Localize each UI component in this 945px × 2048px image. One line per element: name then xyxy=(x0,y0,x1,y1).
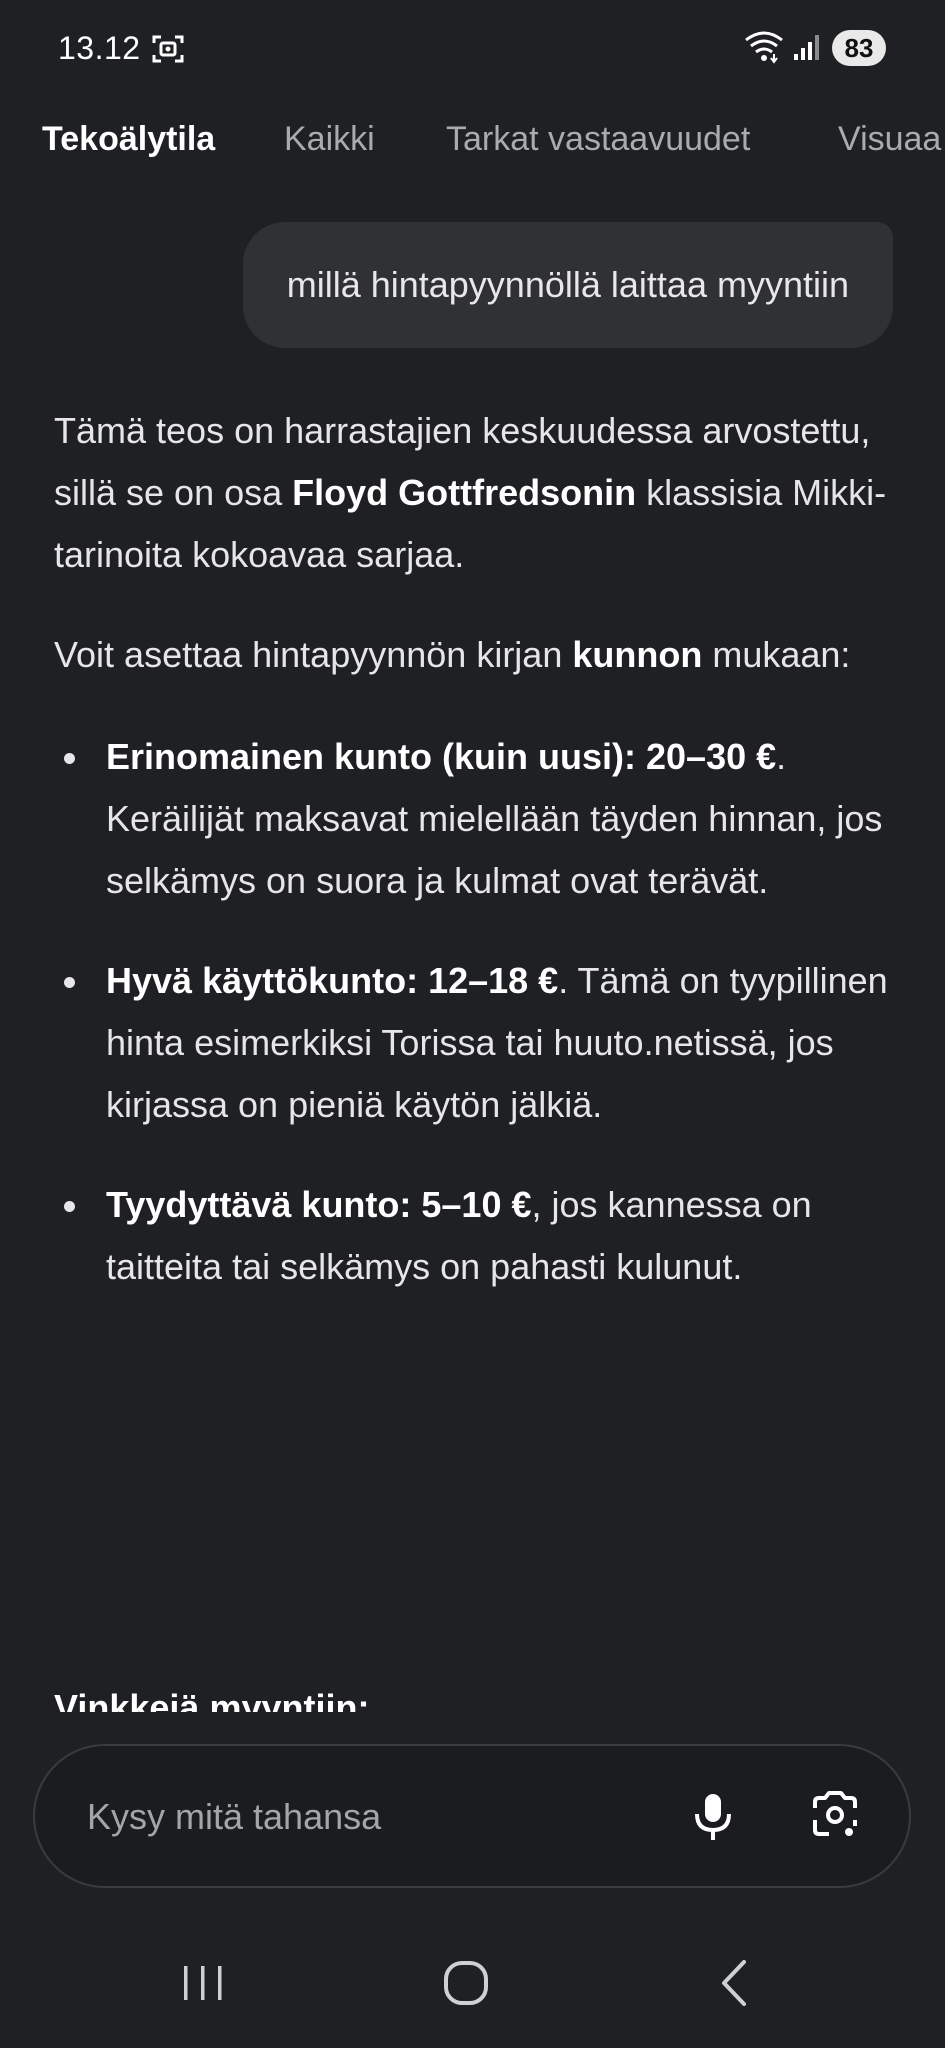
list-item-title: Tyydyttävä kunto: 5–10 € xyxy=(106,1184,532,1225)
home-icon[interactable] xyxy=(440,1956,494,2010)
screen-record-icon xyxy=(152,35,184,63)
recent-apps-icon[interactable] xyxy=(178,1958,228,2008)
tab-ai-mode[interactable]: Tekoälytila xyxy=(42,120,215,159)
bullet-icon xyxy=(64,977,75,988)
price-list: Erinomainen kunto (kuin uusi): 20–30 €. … xyxy=(54,726,894,1298)
list-item-title: Erinomainen kunto (kuin uusi): 20–30 € xyxy=(106,736,777,777)
tab-exact-matches[interactable]: Tarkat vastaavuudet xyxy=(446,120,750,159)
list-item: Hyvä käyttökunto: 12–18 €. Tämä on tyypi… xyxy=(54,950,894,1136)
list-item: Tyydyttävä kunto: 5–10 €, jos kannessa o… xyxy=(54,1174,894,1298)
paragraph-bold: Floyd Gottfredsonin xyxy=(292,472,637,513)
list-item-title: Hyvä käyttökunto: 12–18 € xyxy=(106,960,559,1001)
answer-paragraph: Tämä teos on harrastajien keskuudessa ar… xyxy=(54,400,894,586)
battery-icon: 83 xyxy=(832,30,886,66)
user-query-text: millä hintapyynnöllä laittaa myyntiin xyxy=(286,264,849,305)
next-section-heading: Vinkkejä myyntiin: xyxy=(54,1690,554,1712)
section-heading-text: Vinkkejä myyntiin: xyxy=(54,1690,370,1712)
tab-visual[interactable]: Visuaa xyxy=(838,120,941,159)
back-icon[interactable] xyxy=(710,1956,760,2010)
answer-paragraph: Voit asettaa hintapyynnön kirjan kunnon … xyxy=(54,624,894,686)
status-bar: 13.12 83 xyxy=(0,0,945,100)
camera-lens-icon[interactable] xyxy=(805,1786,865,1846)
paragraph-text: mukaan: xyxy=(702,634,851,675)
search-mode-tabs: Tekoälytila Kaikki Tarkat vastaavuudet V… xyxy=(0,112,945,172)
tab-all[interactable]: Kaikki xyxy=(284,120,375,159)
list-item: Erinomainen kunto (kuin uusi): 20–30 €. … xyxy=(54,726,894,912)
signal-icon xyxy=(794,35,819,60)
ask-input-bar[interactable]: Kysy mitä tahansa xyxy=(33,1744,911,1888)
system-navigation-bar xyxy=(0,1930,945,2048)
wifi-icon xyxy=(745,31,783,64)
bullet-icon xyxy=(64,1201,75,1212)
paragraph-text: Voit asettaa hintapyynnön kirjan xyxy=(54,634,573,675)
bullet-icon xyxy=(64,753,75,764)
ask-input-placeholder[interactable]: Kysy mitä tahansa xyxy=(87,1796,381,1838)
microphone-icon[interactable] xyxy=(683,1786,743,1846)
user-query-bubble: millä hintapyynnöllä laittaa myyntiin xyxy=(242,222,893,348)
ai-answer: Tämä teos on harrastajien keskuudessa ar… xyxy=(54,400,894,1336)
paragraph-bold: kunnon xyxy=(572,634,703,675)
status-time: 13.12 xyxy=(58,30,141,66)
